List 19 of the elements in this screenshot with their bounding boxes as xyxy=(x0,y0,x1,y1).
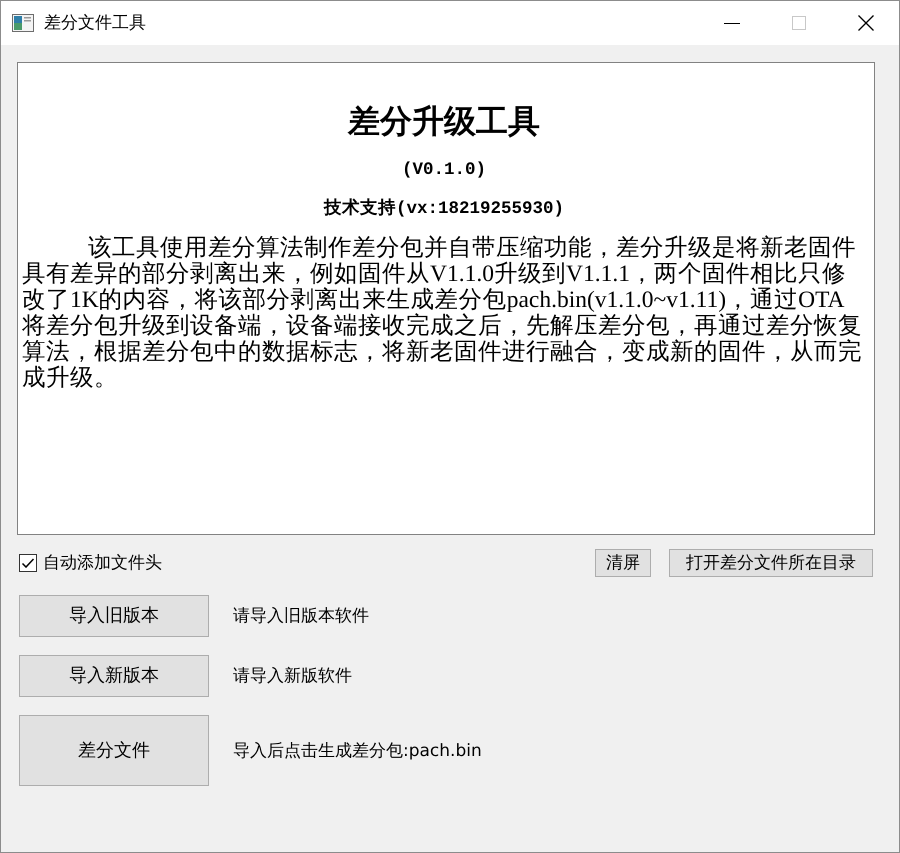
generate-diff-button[interactable]: 差分文件 xyxy=(19,715,209,786)
status-label: 导入后点击生成差分包:pach.bin xyxy=(233,740,482,762)
minimize-icon xyxy=(724,22,740,24)
clear-screen-button[interactable]: 清屏 xyxy=(595,549,651,577)
close-icon xyxy=(858,15,874,31)
version-text: (V0.1.0) xyxy=(400,160,487,180)
status-label: 请导入旧版本软件 xyxy=(233,605,369,627)
support-contact-text: 技术支持(vx:18219255930) xyxy=(322,199,566,219)
window-title: 差分文件工具 xyxy=(44,12,146,34)
status-label: 请导入新版软件 xyxy=(233,665,352,687)
checkbox-label: 自动添加文件头 xyxy=(43,552,162,574)
app-icon xyxy=(12,14,34,32)
import-button[interactable]: 导入新版本 xyxy=(19,655,209,697)
auto-header-checkbox[interactable] xyxy=(19,554,37,572)
maximize-icon xyxy=(792,16,806,30)
description-paragraph: 该工具使用差分算法制作差分包并自带压缩功能，差分升级是将新老固件具有差异的部分剥离出来，例如固件从V1.1.0升级到V1.1.1，两个固件相比只修改了1K的内容，将该部分剥离出来生成差分包pach.bin(v1.1.0~v1.11)，通过OTA将差分包升级到设备端，设备端接收完成之后，先解压差分包，再通过差分恢复算法，根据差分包中的数据标志，将新老固件进行融合，变成新的固件，从而完成升级。 xyxy=(22,235,863,391)
open-folder-button[interactable]: 打开差分文件所在目录 xyxy=(669,549,873,577)
info-heading: 差分升级工具 xyxy=(346,102,541,140)
import-button[interactable]: 导入旧版本 xyxy=(19,595,209,637)
